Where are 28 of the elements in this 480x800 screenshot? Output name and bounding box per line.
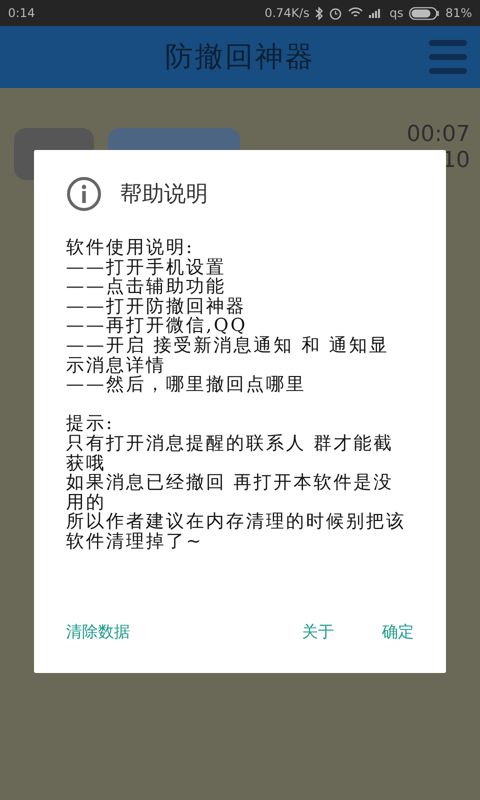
help-text: ——打开防撤回神器 (66, 296, 247, 316)
wifi-icon (348, 7, 364, 19)
clock: 0:14 (8, 6, 35, 20)
help-text: 如果消息已经撤回 再打开本软件是没用的 (66, 473, 394, 512)
dialog-button[interactable]: 确定 (382, 618, 414, 647)
menu-icon[interactable] (428, 38, 468, 76)
help-text: ——然后，哪里撤回点哪里 (66, 375, 307, 395)
help-text: 所以作者建议在内存清理的时候别把该软件清理掉了~ (66, 512, 407, 552)
alarm-icon (329, 6, 342, 20)
help-text: 提示: (66, 414, 116, 434)
battery-icon (409, 6, 440, 20)
message-time: 10 (442, 148, 470, 174)
info-icon (66, 176, 102, 212)
app-title: 防撤回神器 (165, 39, 315, 75)
network-speed: 0.74K/s (264, 6, 310, 20)
dialog-title: 帮助说明 (120, 181, 208, 209)
help-text: 只有打开消息提醒的联系人 群才能截获哦 (66, 434, 395, 474)
help-text: 软件使用说明: (66, 238, 196, 258)
help-text: ——再打开微信,QQ (66, 316, 248, 336)
dialog-button[interactable]: 清除数据 (66, 618, 130, 647)
help-text: ——打开手机设置 (66, 258, 227, 278)
help-text: ——开启 接受新消息通知 和 通知显示消息详情 (66, 336, 390, 376)
carrier-label: qs (389, 6, 404, 20)
bluetooth-icon (315, 6, 324, 20)
dialog-button[interactable]: 关于 (302, 618, 334, 647)
battery-percent: 81% (445, 6, 472, 20)
message-time: 00:07 (406, 122, 470, 148)
help-text: ——点击辅助功能 (66, 277, 227, 297)
